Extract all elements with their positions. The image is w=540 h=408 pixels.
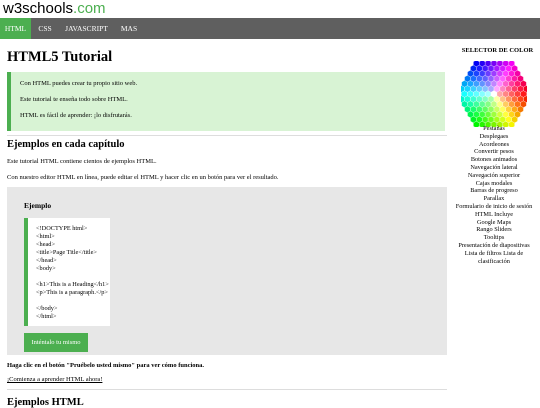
sidebar-link[interactable]: Botones animados [455,156,533,164]
sidebar-link[interactable]: Barras de progreso [455,187,533,195]
sidebar-title: SELECTOR DE COLOR [461,47,534,54]
main-content: HTML5 Tutorial Con HTML puedes crear tu … [0,39,455,408]
code-line: <head> [36,241,55,248]
code-line: <h1>This is a Heading</h1> [36,281,109,288]
sidebar-link[interactable]: Acordeones [455,141,533,149]
sidebar-link-list: Pestañas Desplegaes Acordeones Convertir pe… [455,125,533,265]
nav-item-javascript[interactable]: JAVASCRIPT [59,18,114,39]
main-nav: HTML CSS JAVASCRIPT MAS [0,18,540,39]
color-picker-wheel-icon[interactable] [461,61,527,127]
paragraph: Este tutorial HTML contiene cientos de e… [7,158,157,165]
note-line: Este tutorial te enseña todo sobre HTML. [20,96,128,103]
intro-note: Con HTML puedes crear tu propio sitio we… [7,72,445,131]
section-title: Ejemplos HTML [7,397,84,408]
section-title: Ejemplos en cada capítulo [7,139,125,150]
right-sidebar: SELECTOR DE COLOR Pestañas Desplegaes Acor… [455,39,540,405]
code-line: </body> [36,305,58,312]
sidebar-link[interactable]: Convertir pesos [455,148,533,156]
page-title: HTML5 Tutorial [7,49,113,65]
sidebar-link[interactable]: Navegación superior [455,172,533,180]
sidebar-link[interactable]: Google Maps [455,219,533,227]
sidebar-link[interactable]: Desplegaes [455,133,533,141]
logo-text: w3schools [3,0,74,17]
sidebar-link[interactable]: Cajas modales [455,180,533,188]
sidebar-link[interactable]: Navegación lateral [455,164,533,172]
example-box: Ejemplo <!DOCTYPE html> <html> <head> <t… [7,187,447,355]
divider [7,389,447,390]
divider [7,135,447,136]
nav-item-css[interactable]: CSS [31,18,59,39]
code-line: <body> [36,265,56,272]
sidebar-link[interactable]: Tooltips [455,234,533,242]
top-bar: w3schools.com [0,0,540,18]
code-line: <p>This is a paragraph.</p> [36,289,108,296]
note-line: HTML es fácil de aprender: ¡lo disfrutar… [20,112,132,119]
logo-suffix: .com [73,0,106,17]
sidebar-link[interactable]: Presentación de diapositivas [455,242,533,250]
nav-item-mas[interactable]: MAS [114,18,144,39]
code-line: <html> [36,233,55,240]
code-block: <!DOCTYPE html> <html> <head> <title>Pag… [24,218,110,326]
try-it-yourself-button[interactable]: Inténtalo tu mismo [24,333,88,352]
nav-item-html[interactable]: HTML [0,18,31,39]
example-title: Ejemplo [24,201,52,210]
site-logo[interactable]: w3schools.com [3,0,106,18]
paragraph: Con nuestro editor HTML en línea, puede … [7,174,279,181]
sidebar-link[interactable]: Lista de filtros Lista de clasificación [455,250,533,266]
sidebar-link[interactable]: Rango Sliders [455,226,533,234]
code-line: <!DOCTYPE html> [36,225,88,232]
sidebar-link[interactable]: Pestañas [455,125,533,133]
sidebar-link[interactable]: Parallax [455,195,533,203]
sidebar-link[interactable]: HTML Incluye [455,211,533,219]
code-line: </html> [36,313,57,320]
start-learning-link[interactable]: ¡Comienza a aprender HTML ahora! [7,376,102,383]
code-line: <title>Page Title</title> [36,249,97,256]
sidebar-link[interactable]: Formulario de inicio de sesión [455,203,533,211]
hint-text: Haga clic en el botón "Pruébelo usted mi… [7,362,205,369]
code-line: </head> [36,257,57,264]
note-line: Con HTML puedes crear tu propio sitio we… [20,80,138,87]
